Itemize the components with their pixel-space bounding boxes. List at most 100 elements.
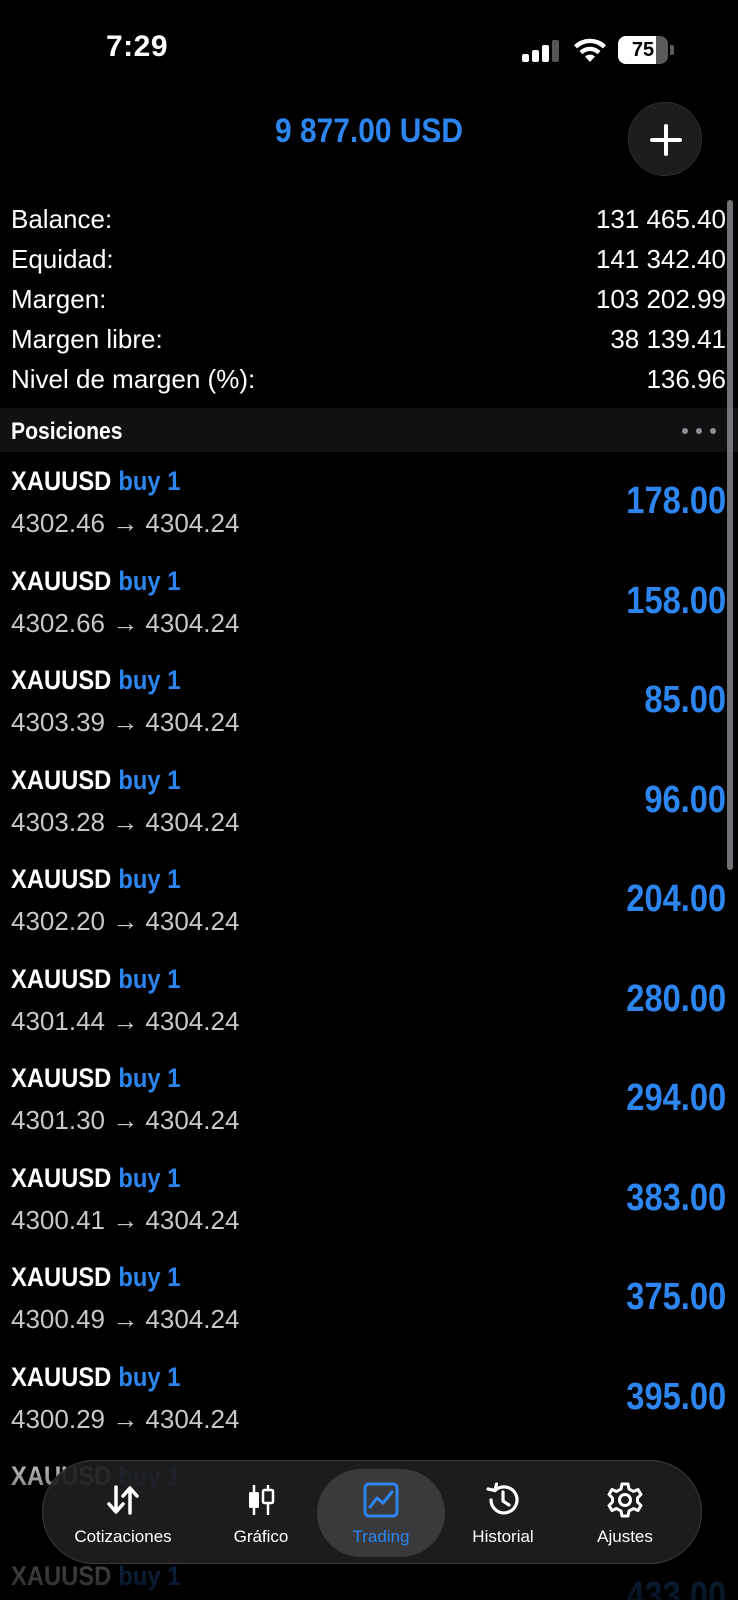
tab-ajustes[interactable]: Ajustes [555, 1461, 695, 1565]
position-symbol: XAUUSD [11, 864, 112, 894]
position-side: buy 1 [118, 1063, 181, 1093]
position-symbol: XAUUSD [11, 1162, 112, 1193]
summary-value: 131 465.40 [595, 204, 726, 234]
position-side: buy 1 [118, 1262, 181, 1292]
summary-row: Margen: 103 202.99 [0, 278, 738, 318]
tab-label: Ajustes [597, 1527, 653, 1546]
scrollbar[interactable] [727, 200, 733, 870]
position-symbol: XAUUSD [11, 1063, 112, 1093]
summary-row: Equidad: 141 342.40 [0, 238, 738, 278]
position-title: XAUUSDbuy 1 [11, 665, 180, 696]
gear-icon [606, 1481, 644, 1519]
position-row[interactable]: XAUUSD buy 1 4302.66 → 4304.24 158.00 [0, 560, 738, 660]
position-prices: 4302.46 → 4304.24 [11, 508, 240, 538]
position-symbol: XAUUSD [11, 466, 112, 496]
history-clock-icon [484, 1481, 522, 1519]
summary-label: Nivel de margen (%): [11, 364, 256, 394]
position-side: buy 1 [118, 1162, 181, 1193]
tab-trading[interactable]: Trading [317, 1469, 445, 1557]
position-side: buy 1 [118, 665, 181, 695]
position-title: XAUUSDbuy 1 [11, 765, 180, 796]
position-title: XAUUSDbuy 1 [11, 1262, 180, 1293]
position-row[interactable]: XAUUSD buy 1 4300.41 → 4304.24 383.00 [0, 1157, 738, 1257]
position-side: buy 1 [118, 963, 181, 994]
position-profit: 294.00 [626, 1077, 726, 1119]
summary-label: Margen: [11, 284, 107, 314]
position-symbol: XAUUSD [11, 665, 112, 695]
position-prices: 4303.28 → 4304.24 [11, 806, 240, 837]
position-profit: 280.00 [626, 977, 726, 1020]
battery-icon: 75 [618, 36, 674, 64]
positions-section-header: Posiciones [0, 408, 738, 452]
tab-label: Trading [352, 1527, 410, 1546]
position-symbol: XAUUSD [11, 1361, 112, 1392]
position-title: XAUUSDbuy 1 [11, 1362, 180, 1393]
tab-cotizaciones[interactable]: Cotizaciones [53, 1461, 193, 1565]
summary-label: Margen libre: [11, 324, 163, 354]
position-prices: 4302.66 → 4304.24 [11, 607, 240, 638]
position-prices: 4302.20 → 4304.24 [11, 906, 240, 936]
summary-row: Margen libre: 38 139.41 [0, 318, 738, 358]
position-title: XAUUSDbuy 1 [11, 1063, 180, 1094]
summary-value: 103 202.99 [595, 284, 726, 314]
position-profit: 375.00 [626, 1276, 726, 1318]
position-prices: 4301.30 → 4304.24 [11, 1105, 240, 1135]
position-row[interactable]: XAUUSD buy 1 4303.39 → 4304.24 85.00 [0, 659, 738, 759]
position-profit: 204.00 [626, 878, 726, 920]
position-side: buy 1 [118, 764, 181, 795]
floating-profit-total: 9 877.00 USD [275, 112, 463, 150]
battery-level: 75 [631, 39, 655, 61]
tab-historial[interactable]: Historial [433, 1461, 573, 1565]
position-profit: 85.00 [644, 679, 726, 721]
new-order-button[interactable] [628, 102, 702, 176]
summary-row: Balance: 131 465.40 [0, 198, 738, 238]
position-title: XAUUSDbuy 1 [11, 1163, 180, 1194]
position-symbol: XAUUSD [11, 963, 112, 994]
position-profit: 395.00 [626, 1375, 726, 1418]
position-title: XAUUSDbuy 1 [11, 964, 180, 995]
position-title: XAUUSDbuy 1 [11, 864, 180, 895]
position-row[interactable]: XAUUSD buy 1 4300.49 → 4304.24 375.00 [0, 1256, 738, 1356]
position-symbol: XAUUSD [11, 565, 112, 596]
status-time: 7:29 [106, 30, 169, 63]
summary-label: Balance: [11, 204, 113, 234]
position-row[interactable]: XAUUSD buy 1 4302.46 → 4304.24 178.00 [0, 460, 738, 560]
summary-label: Equidad: [11, 244, 114, 274]
position-symbol: XAUUSD [11, 764, 112, 795]
quotes-arrows-icon [104, 1481, 142, 1519]
summary-value: 136.96 [646, 364, 726, 394]
position-row[interactable]: XAUUSD buy 1 4301.30 → 4304.24 294.00 [0, 1057, 738, 1157]
position-prices: 4301.44 → 4304.24 [11, 1005, 240, 1036]
candlestick-chart-icon [242, 1481, 280, 1519]
position-profit: 178.00 [626, 480, 726, 522]
summary-row: Nivel de margen (%): 136.96 [0, 358, 738, 398]
trading-chart-icon [362, 1481, 400, 1519]
position-side: buy 1 [118, 466, 181, 496]
summary-value: 38 139.41 [610, 324, 726, 354]
tab-label: Cotizaciones [74, 1527, 172, 1546]
status-bar: 7:29 75 [0, 0, 738, 100]
cellular-signal-icon [522, 40, 560, 62]
position-row[interactable]: XAUUSD buy 1 4302.20 → 4304.24 204.00 [0, 858, 738, 958]
position-title: XAUUSDbuy 1 [11, 466, 180, 497]
position-profit: 383.00 [626, 1176, 726, 1219]
position-row[interactable]: XAUUSD buy 1 4303.28 → 4304.24 96.00 [0, 759, 738, 859]
account-summary: Balance: 131 465.40 Equidad: 141 342.40 Marg… [0, 198, 738, 398]
position-title: XAUUSDbuy 1 [11, 566, 180, 597]
more-options-icon[interactable] [682, 428, 716, 434]
section-title: Posiciones [11, 418, 123, 445]
tab-grafico[interactable]: Gráfico [191, 1461, 331, 1565]
wifi-icon [574, 38, 606, 62]
position-profit: 158.00 [626, 579, 726, 622]
positions-list: XAUUSD buy 1 4302.46 → 4304.24 178.00 XAUUSD… [0, 460, 738, 1600]
tab-bar: Cotizaciones Gráfico Trading Historial Ajust… [42, 1460, 702, 1564]
position-row[interactable]: XAUUSD buy 1 4301.44 → 4304.24 280.00 [0, 958, 738, 1058]
position-side: buy 1 [118, 565, 181, 596]
tab-label: Historial [472, 1527, 534, 1546]
summary-value: 141 342.40 [595, 244, 726, 274]
position-prices: 4303.39 → 4304.24 [11, 707, 240, 737]
position-profit: 96.00 [644, 778, 726, 821]
position-side: buy 1 [118, 864, 181, 894]
position-prices: 4300.41 → 4304.24 [11, 1204, 240, 1235]
position-symbol: XAUUSD [11, 1262, 112, 1292]
